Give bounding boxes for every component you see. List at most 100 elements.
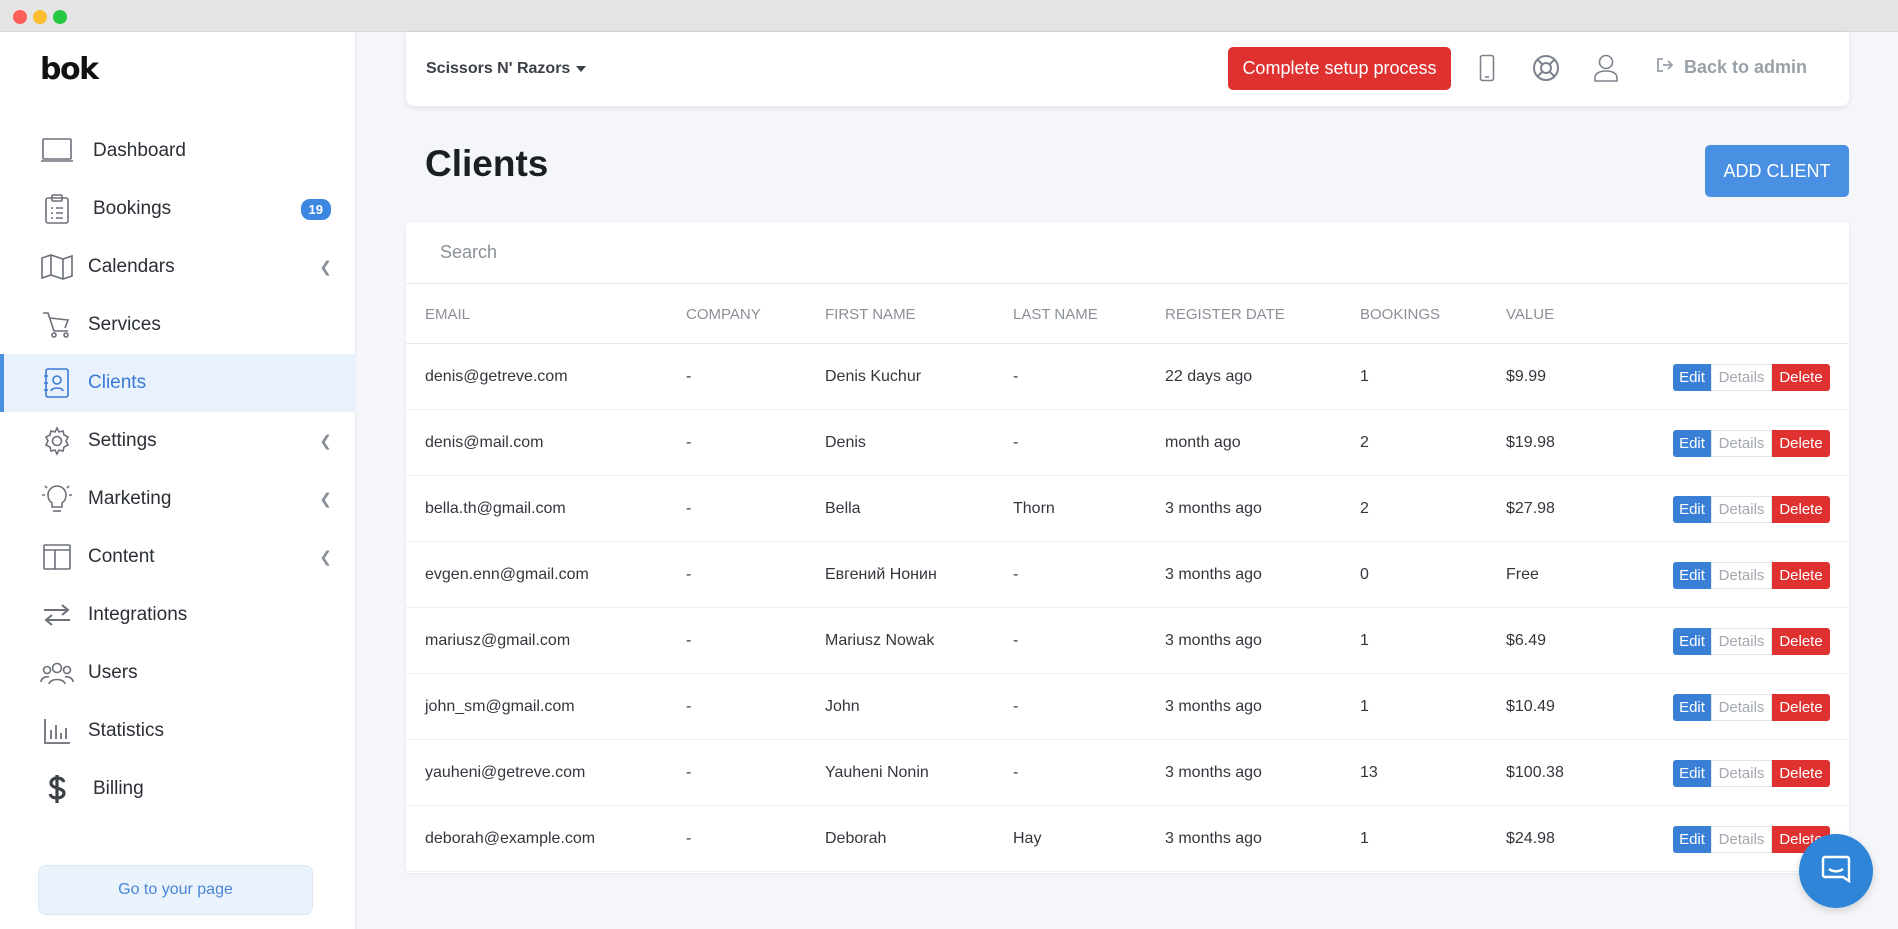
cell-first-name: Yauheni Nonin (825, 764, 929, 781)
cell-first-name: Deborah (825, 830, 887, 847)
delete-button[interactable]: Delete (1772, 430, 1830, 457)
cell-bookings: 1 (1360, 830, 1369, 847)
sidebar-item-marketing[interactable]: Marketing ❮ (0, 470, 356, 528)
edit-button[interactable]: Edit (1673, 628, 1711, 655)
cell-email: bella.th@gmail.com (425, 500, 566, 517)
sidebar-item-integrations[interactable]: Integrations (0, 586, 356, 644)
go-to-your-page-button[interactable]: Go to your page (38, 865, 313, 915)
sidebar-item-content[interactable]: Content ❮ (0, 528, 356, 586)
edit-button[interactable]: Edit (1673, 364, 1711, 391)
cell-value: $27.98 (1506, 500, 1555, 517)
delete-button[interactable]: Delete (1772, 694, 1830, 721)
edit-button[interactable]: Edit (1673, 760, 1711, 787)
column-header-first-name[interactable]: FIRST NAME (825, 306, 916, 323)
cell-company: - (686, 764, 692, 781)
edit-button[interactable]: Edit (1673, 694, 1711, 721)
edit-button[interactable]: Edit (1673, 430, 1711, 457)
mobile-phone-icon[interactable] (1470, 50, 1504, 86)
sidebar-item-label: Dashboard (93, 140, 186, 161)
delete-button[interactable]: Delete (1772, 496, 1830, 523)
cell-value: $19.98 (1506, 434, 1555, 451)
details-button[interactable]: Details (1711, 430, 1772, 457)
cell-last-name: - (1013, 434, 1019, 451)
cell-value: $6.49 (1506, 632, 1547, 649)
cell-company: - (686, 368, 692, 385)
sidebar-item-calendars[interactable]: Calendars ❮ (0, 238, 356, 296)
column-header-email[interactable]: EMAIL (425, 306, 470, 323)
bar-chart-icon (40, 714, 74, 748)
minimize-window-button[interactable] (33, 10, 47, 24)
sidebar-item-label: Services (88, 314, 161, 335)
sidebar-item-users[interactable]: Users (0, 644, 356, 702)
sidebar-item-label: Statistics (88, 720, 165, 741)
table-row: deborah@example.com - Deborah Hay 3 mont… (406, 806, 1849, 872)
cell-bookings: 2 (1360, 500, 1369, 517)
complete-setup-button[interactable]: Complete setup process (1228, 47, 1451, 90)
shop-name: Scissors N' Razors (426, 60, 571, 77)
topbar: Scissors N' Razors Complete setup proces… (406, 32, 1849, 106)
cell-last-name: Thorn (1013, 500, 1055, 517)
details-button[interactable]: Details (1711, 364, 1772, 391)
details-button[interactable]: Details (1711, 826, 1772, 853)
edit-button[interactable]: Edit (1673, 826, 1711, 853)
sidebar-item-settings[interactable]: Settings ❮ (0, 412, 356, 470)
user-profile-icon[interactable] (1589, 50, 1623, 86)
details-button[interactable]: Details (1711, 628, 1772, 655)
app-logo[interactable]: bok (40, 52, 99, 87)
cell-email: mariusz@gmail.com (425, 632, 571, 649)
cell-value: Free (1506, 566, 1539, 583)
table-row: bella.th@gmail.com - Bella Thorn 3 month… (406, 476, 1849, 542)
details-button[interactable]: Details (1711, 694, 1772, 721)
column-header-register-date[interactable]: REGISTER DATE (1165, 306, 1285, 323)
details-button[interactable]: Details (1711, 760, 1772, 787)
cell-value: $24.98 (1506, 830, 1555, 847)
sidebar-item-clients[interactable]: Clients (0, 354, 356, 412)
shop-selector[interactable]: Scissors N' Razors (426, 60, 587, 78)
cell-email: denis@mail.com (425, 434, 544, 451)
back-to-admin-link[interactable]: Back to admin (1656, 57, 1807, 78)
sidebar-item-label: Calendars (88, 256, 175, 277)
users-icon (40, 656, 74, 690)
close-window-button[interactable] (13, 10, 27, 24)
cell-first-name: Denis Kuchur (825, 368, 922, 385)
column-header-bookings[interactable]: BOOKINGS (1360, 306, 1440, 323)
details-button[interactable]: Details (1711, 496, 1772, 523)
sidebar-item-services[interactable]: Services (0, 296, 356, 354)
delete-button[interactable]: Delete (1772, 760, 1830, 787)
row-actions: Edit Details Delete (1673, 430, 1830, 457)
edit-button[interactable]: Edit (1673, 496, 1711, 523)
table-row: john_sm@gmail.com - John - 3 months ago … (406, 674, 1849, 740)
sidebar-item-billing[interactable]: Billing (0, 760, 356, 818)
maximize-window-button[interactable] (53, 10, 67, 24)
chat-launcher-button[interactable] (1799, 834, 1873, 908)
sidebar-item-label: Marketing (88, 488, 172, 509)
gear-icon (40, 424, 74, 458)
sign-out-icon (1656, 57, 1674, 78)
cell-last-name: - (1013, 698, 1019, 715)
sidebar-item-bookings[interactable]: Bookings 19 (0, 180, 356, 238)
sidebar-item-statistics[interactable]: Statistics (0, 702, 356, 760)
table-row: evgen.enn@gmail.com - Евгений Нонин - 3 … (406, 542, 1849, 608)
add-client-button[interactable]: ADD CLIENT (1705, 145, 1849, 197)
lifebuoy-icon[interactable] (1529, 50, 1563, 86)
sidebar-item-label: Settings (88, 430, 157, 451)
cell-register-date: 3 months ago (1165, 500, 1262, 517)
search-input[interactable] (406, 222, 1849, 284)
delete-button[interactable]: Delete (1772, 628, 1830, 655)
cell-bookings: 1 (1360, 698, 1369, 715)
sidebar: bok Dashboard Bookings 19 Calendars ❮ Se… (0, 32, 356, 929)
cell-register-date: 3 months ago (1165, 632, 1262, 649)
column-header-company[interactable]: COMPANY (686, 306, 761, 323)
sidebar-item-label: Integrations (88, 604, 188, 625)
delete-button[interactable]: Delete (1772, 364, 1830, 391)
edit-button[interactable]: Edit (1673, 562, 1711, 589)
sidebar-item-dashboard[interactable]: Dashboard (0, 122, 356, 180)
cell-value: $100.38 (1506, 764, 1564, 781)
column-header-last-name[interactable]: LAST NAME (1013, 306, 1098, 323)
cell-first-name: Евгений Нонин (825, 566, 937, 583)
row-actions: Edit Details Delete (1673, 694, 1830, 721)
details-button[interactable]: Details (1711, 562, 1772, 589)
column-header-value[interactable]: VALUE (1506, 306, 1554, 323)
table-row: mariusz@gmail.com - Mariusz Nowak - 3 mo… (406, 608, 1849, 674)
delete-button[interactable]: Delete (1772, 562, 1830, 589)
